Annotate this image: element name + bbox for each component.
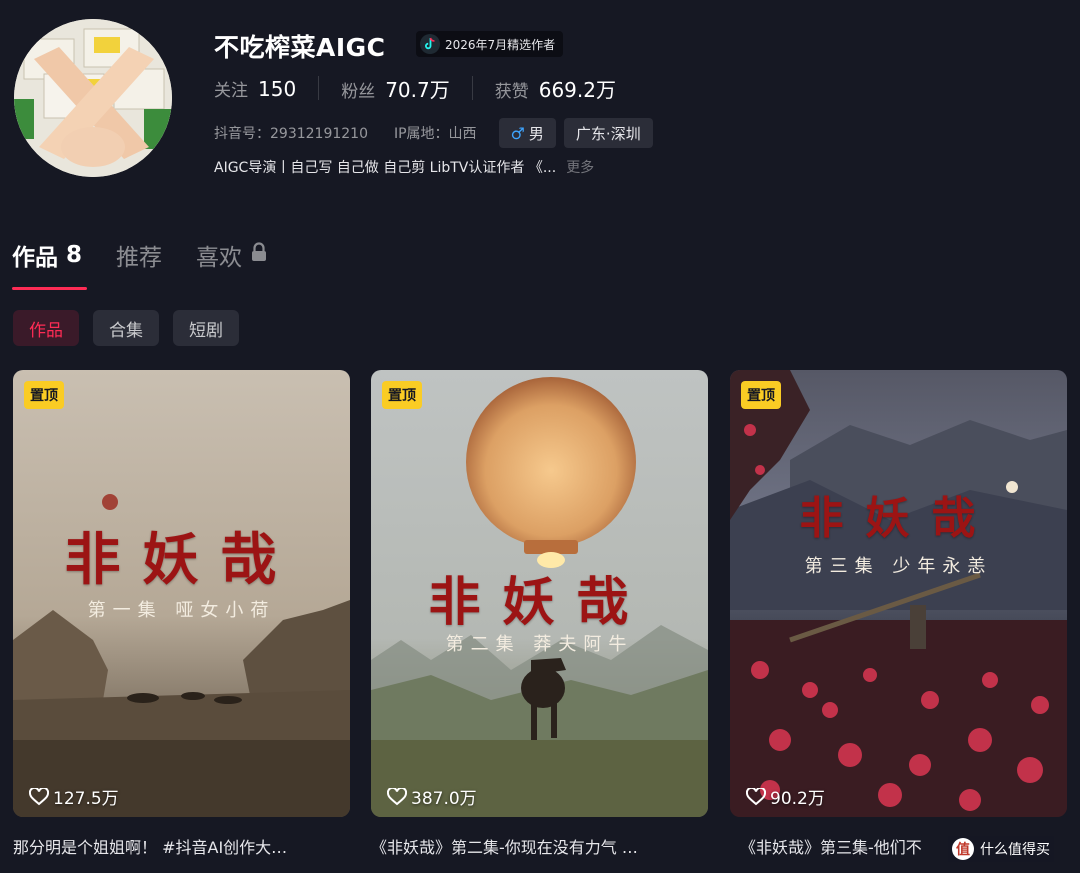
poster-title: 非妖哉 — [799, 493, 998, 544]
avatar[interactable] — [14, 19, 172, 177]
like-value: 387.0万 — [411, 789, 477, 809]
stat-label: 粉丝 — [341, 81, 376, 102]
ip-location: IP属地：山西 — [393, 126, 477, 142]
stat-label: 关注 — [214, 80, 248, 101]
chip-works[interactable]: 作品 — [13, 310, 79, 346]
like-count: 90.2万 — [746, 784, 825, 809]
douyin-id: 抖音号：29312191210 — [214, 126, 368, 142]
poster-subtitle: 第三集 少年永恙 — [804, 556, 993, 577]
tab-label: 喜欢 — [196, 245, 243, 271]
badge-label: 2026年7月精选作者 — [445, 37, 556, 52]
gender-tag: ♂ 男 — [498, 118, 556, 148]
bio-more-link[interactable]: 更多 — [566, 157, 594, 177]
video-thumbnail — [730, 370, 1067, 817]
video-card[interactable]: 置顶 非妖哉 第二集 莽夫阿牛 387.0万 — [371, 370, 708, 817]
divider — [318, 76, 320, 100]
bio-text: AIGC导演丨自己写 自己做 自己剪 LibTV认证作者 《... — [214, 160, 557, 176]
watermark-text: 什么值得买 — [980, 842, 1050, 858]
poster-title: 非妖哉 — [428, 572, 651, 633]
stat-value: 70.7万 — [385, 77, 450, 102]
stat-following[interactable]: 关注 150 — [214, 76, 296, 101]
heart-icon — [29, 787, 49, 805]
chip-short-dramas[interactable]: 短剧 — [173, 310, 239, 346]
video-card[interactable]: 置顶 非妖哉 第一集 哑女小荷 127.5万 — [13, 370, 350, 817]
region-tag: 广东·深圳 — [563, 118, 653, 148]
profile-stats: 关注 150 粉丝 70.7万 获赞 669.2万 — [214, 73, 616, 103]
stat-label: 获赞 — [494, 81, 529, 102]
like-value: 90.2万 — [770, 789, 825, 809]
pinned-badge: 置顶 — [382, 381, 422, 409]
chip-collections[interactable]: 合集 — [93, 310, 159, 346]
heart-icon — [746, 787, 766, 805]
douyin-logo-icon — [420, 34, 440, 54]
content-tabs: 作品 8 推荐 喜欢 — [12, 238, 302, 272]
like-value: 127.5万 — [53, 789, 119, 809]
video-card[interactable]: 置顶 非妖哉 第三集 少年永恙 90.2万 — [730, 370, 1067, 817]
heart-icon — [387, 787, 407, 805]
stat-value: 669.2万 — [538, 77, 616, 102]
profile-bio: AIGC导演丨自己写 自己做 自己剪 LibTV认证作者 《... 更多 — [214, 157, 594, 177]
video-caption[interactable]: 《非妖哉》第二集-你现在没有力气 … — [371, 834, 708, 858]
poster-subtitle: 第一集 哑女小荷 — [87, 600, 276, 621]
tab-likes[interactable]: 喜欢 — [196, 238, 268, 272]
poster-subtitle: 第二集 莽夫阿牛 — [445, 634, 634, 655]
filter-chips: 作品 合集 短剧 — [13, 310, 239, 346]
tab-label: 作品 — [12, 245, 58, 271]
stat-value: 150 — [258, 76, 297, 101]
featured-author-badge[interactable]: 2026年7月精选作者 — [416, 31, 564, 57]
pinned-badge: 置顶 — [24, 381, 64, 409]
pinned-badge: 置顶 — [741, 381, 781, 409]
video-caption[interactable]: 那分明是个姐姐啊！ #抖音AI创作大… — [13, 834, 350, 858]
gender-label: 男 — [528, 124, 544, 143]
like-count: 387.0万 — [387, 784, 477, 809]
tab-recommended[interactable]: 推荐 — [116, 238, 162, 272]
watermark-logo-icon: 值 — [952, 838, 974, 860]
tab-label: 推荐 — [116, 245, 163, 271]
tab-count: 8 — [66, 242, 83, 268]
video-caption[interactable]: 《非妖哉》第三集-他们不 — [740, 834, 950, 858]
male-icon: ♂ — [510, 123, 525, 143]
profile-name: 不吃榨菜AIGC — [214, 33, 386, 62]
tab-works[interactable]: 作品 8 — [12, 238, 82, 272]
stat-followers[interactable]: 粉丝 70.7万 — [341, 74, 450, 103]
watermark: 值 什么值得买 — [948, 836, 1054, 862]
stat-likes: 获赞 669.2万 — [495, 74, 616, 103]
lock-icon — [250, 242, 268, 268]
active-tab-indicator — [12, 287, 87, 290]
divider — [471, 76, 473, 100]
poster-title: 非妖哉 — [64, 527, 299, 593]
like-count: 127.5万 — [29, 784, 119, 809]
profile-meta: 抖音号：29312191210 IP属地：山西 ♂ 男 广东·深圳 — [214, 118, 653, 148]
